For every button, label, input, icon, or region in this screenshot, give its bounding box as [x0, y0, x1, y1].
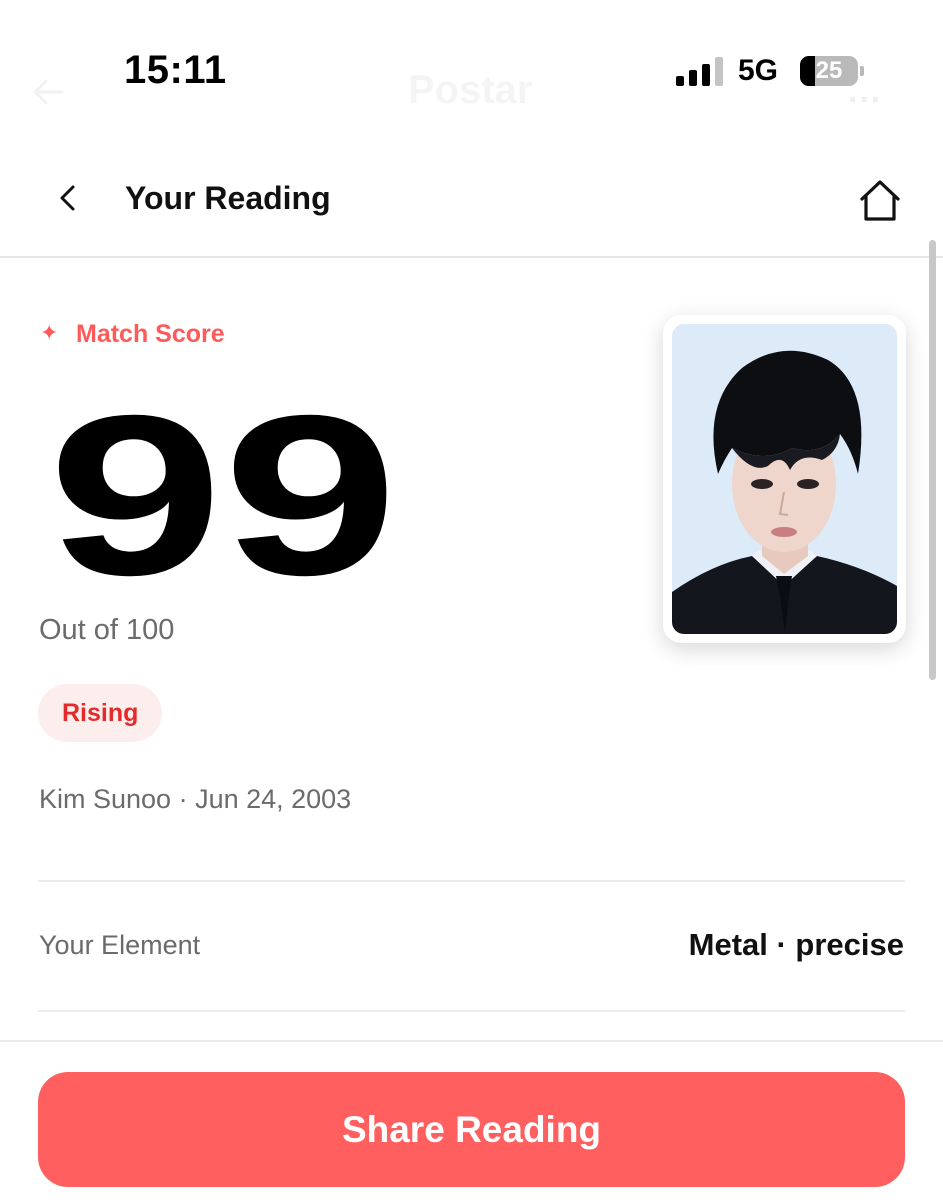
reading-screen: Postar ... 15:11 5G 25 Your Reading ✦ Ma… — [0, 0, 943, 1200]
share-reading-button[interactable]: Share Reading — [38, 1072, 905, 1187]
ghost-back-arrow-icon — [33, 79, 64, 105]
signal-bar — [715, 57, 723, 86]
ghost-page-title: Postar — [408, 68, 533, 113]
profile-photo — [672, 324, 897, 634]
element-row-value: Metal · precise — [688, 927, 904, 962]
battery-percent: 25 — [815, 57, 843, 84]
chevron-left-icon[interactable] — [48, 178, 88, 218]
page-title: Your Reading — [125, 180, 331, 216]
element-row-label: Your Element — [39, 930, 201, 960]
scrollbar[interactable] — [929, 240, 936, 680]
signal-bar — [702, 64, 710, 86]
signal-bar — [676, 76, 684, 86]
footer-divider — [0, 1040, 943, 1042]
status-badge: Rising — [38, 684, 163, 742]
status-bar: Postar ... 15:11 5G 25 — [0, 0, 943, 140]
sparkle-icon: ✦ — [40, 319, 59, 345]
profile-photo-card — [663, 315, 906, 643]
match-score-number: 99 — [48, 406, 398, 582]
network-type: 5G — [738, 54, 779, 87]
status-time: 15:11 — [124, 48, 227, 92]
nav-bar: Your Reading — [0, 140, 943, 258]
match-score-label: ✦ Match Score — [40, 320, 225, 349]
battery-icon: 25 — [800, 56, 858, 86]
home-icon[interactable] — [855, 176, 905, 226]
signal-bar — [689, 70, 697, 86]
section-divider — [38, 1010, 905, 1012]
match-score-title: Match Score — [76, 320, 225, 348]
signal-strength-icon — [676, 56, 724, 86]
match-score-value: 99 — [48, 406, 398, 582]
section-divider — [38, 880, 905, 882]
score-scale: Out of 100 — [39, 614, 175, 646]
battery-tip — [860, 66, 864, 76]
person-name-birthdate: Kim Sunoo · Jun 24, 2003 — [39, 784, 352, 814]
